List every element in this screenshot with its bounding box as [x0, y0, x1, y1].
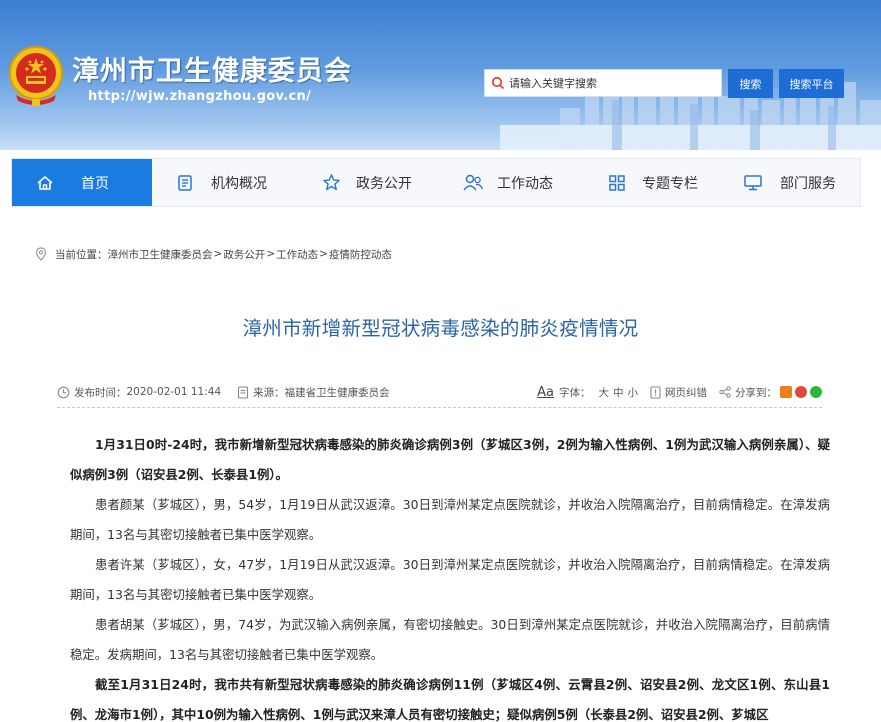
nav-item-government-affairs[interactable]: 政务公开	[296, 159, 438, 206]
breadcrumb-link-epidemic-news[interactable]: 疫情防控动态	[329, 247, 392, 262]
nav-label: 政务公开	[356, 175, 412, 192]
breadcrumb-separator: >	[319, 248, 328, 260]
search-box	[484, 69, 722, 97]
document-icon	[238, 385, 249, 399]
grid-icon	[606, 172, 628, 194]
font-size-large[interactable]: 大	[599, 385, 610, 400]
font-size-small[interactable]: 小	[628, 385, 639, 400]
meta-divider	[57, 407, 822, 408]
error-report-label: 网页纠错	[665, 386, 707, 399]
article-tools: Aa 字体： 大 中 小 网页纠错 分享到：	[537, 385, 822, 400]
share-icon	[719, 386, 731, 398]
nav-label: 部门服务	[780, 175, 836, 192]
article-paragraph: 患者颜某（芗城区），男，54岁，1月19日从武汉返漳。30日到漳州某定点医院就诊…	[70, 497, 830, 542]
star-icon	[320, 172, 342, 194]
breadcrumb-separator: >	[213, 248, 223, 260]
location-pin-icon	[35, 247, 47, 261]
breadcrumb-link-work-news[interactable]: 工作动态	[276, 247, 318, 262]
article-content: 1月31日0时-24时，我市新增新型冠状病毒感染的肺炎确诊病例3例（芗城区3例，…	[70, 430, 830, 722]
font-label: 字体：	[559, 386, 591, 399]
font-size-control: Aa 字体： 大 中 小	[537, 385, 638, 400]
breadcrumb-link-home[interactable]: 漳州市卫生健康委员会	[108, 247, 213, 262]
site-title: 漳州市卫生健康委员会	[72, 56, 352, 87]
breadcrumb: 当前位置： 漳州市卫生健康委员会 > 政务公开 > 工作动态 > 疫情防控动态	[35, 246, 392, 262]
share-qzone-icon[interactable]	[780, 386, 792, 398]
nav-label: 工作动态	[497, 175, 553, 192]
error-report-link[interactable]: 网页纠错	[650, 385, 707, 400]
people-icon	[462, 172, 484, 194]
site-url: http://wjw.zhangzhou.gov.cn/	[88, 89, 312, 104]
home-icon	[34, 172, 56, 194]
nav-label: 专题专栏	[642, 175, 698, 192]
publish-info: 发布时间： 2020-02-01 11:44	[57, 385, 221, 400]
share-label: 分享到：	[735, 386, 777, 399]
search-input[interactable]	[509, 71, 721, 95]
font-size-medium[interactable]: 中	[613, 385, 624, 400]
article-paragraph: 患者胡某（芗城区），男，74岁，为武汉输入病例亲属，有密切接触史。30日到漳州某…	[70, 617, 830, 662]
nav-item-department-services[interactable]: 部门服务	[722, 159, 860, 206]
article-paragraph: 截至1月31日24时，我市共有新型冠状病毒感染的肺炎确诊病例11例（芗城区4例、…	[70, 677, 830, 722]
article-title: 漳州市新增新型冠状病毒感染的肺炎疫情情况	[242, 317, 639, 340]
nav-label: 机构概况	[211, 175, 267, 192]
nav-label: 首页	[81, 175, 109, 192]
report-icon	[650, 385, 661, 399]
nav-item-home[interactable]: 首页	[12, 159, 152, 206]
document-list-icon	[174, 172, 196, 194]
share-bar: 分享到：	[719, 385, 822, 400]
share-weibo-icon[interactable]	[795, 386, 807, 398]
source-info: 来源： 福建省卫生健康委员会	[237, 385, 390, 400]
search-platform-button[interactable]: 搜索平台	[779, 69, 844, 98]
share-wechat-icon[interactable]	[810, 386, 822, 398]
nav-item-special-topics[interactable]: 专题专栏	[584, 159, 722, 206]
main-nav: 首页 机构概况 政务公开 工作动态 专题专栏 部门服务	[11, 158, 861, 207]
source-label: 来源：	[253, 386, 285, 399]
source-name: 福建省卫生健康委员会	[284, 386, 390, 399]
clock-icon	[57, 386, 70, 398]
breadcrumb-separator: >	[266, 248, 276, 260]
font-size-icon: Aa	[537, 384, 554, 400]
header-banner: 漳州市卫生健康委员会 http://wjw.zhangzhou.gov.cn/ …	[0, 0, 881, 150]
search-button[interactable]: 搜索	[728, 69, 773, 98]
article-paragraph: 患者许某（芗城区），女，47岁，1月19日从武汉返漳。30日到漳州某定点医院就诊…	[70, 557, 830, 602]
monitor-icon	[742, 172, 764, 194]
article-paragraph: 1月31日0时-24时，我市新增新型冠状病毒感染的肺炎确诊病例3例（芗城区3例，…	[70, 437, 830, 482]
national-emblem-logo	[9, 46, 63, 106]
publish-time: 2020-02-01 11:44	[126, 386, 222, 398]
breadcrumb-link-government-affairs[interactable]: 政务公开	[223, 247, 265, 262]
search-icon	[491, 76, 505, 90]
nav-item-organization[interactable]: 机构概况	[152, 159, 296, 206]
breadcrumb-prefix: 当前位置：	[55, 248, 108, 261]
nav-item-work-news[interactable]: 工作动态	[438, 159, 584, 206]
article-meta: 发布时间： 2020-02-01 11:44 来源： 福建省卫生健康委员会 Aa…	[57, 382, 822, 402]
publish-label: 发布时间：	[74, 386, 127, 399]
